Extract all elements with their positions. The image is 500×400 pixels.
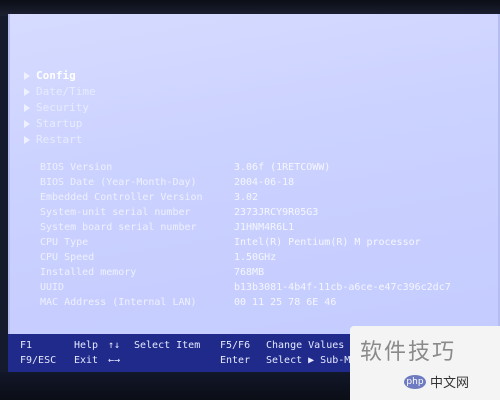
- info-label: CPU Type: [40, 237, 89, 248]
- key-f9-esc: F9/ESC: [20, 355, 57, 366]
- menu-item-label: Date/Time: [36, 85, 96, 98]
- info-label: System board serial number: [40, 222, 197, 233]
- info-value: 2004-06-18: [234, 177, 295, 188]
- info-value: 2373JRCY9R05G3: [234, 207, 319, 218]
- menu-item-config[interactable]: Config: [24, 68, 96, 84]
- key-up-down: ↑↓: [108, 340, 121, 351]
- triangle-right-icon: [24, 120, 30, 128]
- key-f1-desc: Help: [74, 340, 99, 351]
- triangle-right-icon: [24, 72, 30, 80]
- info-label: Installed memory: [40, 267, 137, 278]
- info-row-ec-version: Embedded Controller Version 3.02: [40, 190, 451, 205]
- info-value: 1.50GHz: [234, 252, 277, 263]
- triangle-right-icon: [24, 104, 30, 112]
- info-label: Embedded Controller Version: [40, 192, 203, 203]
- menu-item-security[interactable]: Security: [24, 100, 96, 116]
- info-value: Intel(R) Pentium(R) M processor: [234, 237, 421, 248]
- triangle-right-icon: [24, 136, 30, 144]
- info-value: 768MB: [234, 267, 265, 278]
- info-row-memory: Installed memory 768MB: [40, 265, 451, 280]
- info-label: UUID: [40, 282, 65, 293]
- info-label: MAC Address (Internal LAN): [40, 297, 197, 308]
- key-up-down-desc: Select Item: [134, 340, 201, 351]
- info-value: b13b3081-4b4f-11cb-a6ce-e47c396c2dc7: [234, 282, 451, 293]
- menu-item-label: Config: [36, 69, 76, 82]
- bios-main-menu: Config Date/Time Security Startup Restar…: [24, 68, 96, 148]
- info-label: BIOS Date (Year-Month-Day): [40, 177, 197, 188]
- menu-item-startup[interactable]: Startup: [24, 116, 96, 132]
- info-value: J1HNM4R6L1: [234, 222, 295, 233]
- info-label: System-unit serial number: [40, 207, 191, 218]
- menu-item-label: Restart: [36, 133, 83, 146]
- info-row-cpu-speed: CPU Speed 1.50GHz: [40, 250, 451, 265]
- info-row-board-serial: System board serial number J1HNM4R6L1: [40, 220, 451, 235]
- menu-item-date-time[interactable]: Date/Time: [24, 84, 96, 100]
- key-f5-f6: F5/F6: [220, 340, 251, 351]
- info-value: 3.02: [234, 192, 259, 203]
- info-row-mac-address: MAC Address (Internal LAN) 00 11 25 78 6E…: [40, 295, 451, 310]
- info-label: CPU Speed: [40, 252, 95, 263]
- info-value: 00 11 25 78 6E 46: [234, 297, 337, 308]
- info-row-system-serial: System-unit serial number 2373JRCY9R05G3: [40, 205, 451, 220]
- info-label: BIOS Version: [40, 162, 113, 173]
- info-row-bios-version: BIOS Version 3.06f (1RETCOWW): [40, 160, 451, 175]
- key-enter-desc: Select ▶ Sub-Me: [266, 355, 357, 366]
- key-f9-esc-desc: Exit: [74, 355, 99, 366]
- menu-item-label: Startup: [36, 117, 83, 130]
- php-logo-icon: php: [404, 374, 426, 389]
- photo-of-bios-screen: Config Date/Time Security Startup Restar…: [0, 0, 500, 400]
- menu-item-restart[interactable]: Restart: [24, 132, 96, 148]
- info-row-cpu-type: CPU Type Intel(R) Pentium(R) M processor: [40, 235, 451, 250]
- key-f5-f6-desc: Change Values: [266, 340, 345, 351]
- watermark-logo: php 中文网: [404, 372, 469, 391]
- key-f1: F1: [20, 340, 33, 351]
- bios-screen: Config Date/Time Security Startup Restar…: [8, 14, 500, 344]
- info-row-bios-date: BIOS Date (Year-Month-Day) 2004-06-18: [40, 175, 451, 190]
- watermark-logo-text: 中文网: [430, 376, 470, 391]
- info-value: 3.06f (1RETCOWW): [234, 162, 331, 173]
- key-enter: Enter: [220, 355, 251, 366]
- key-left-right: ←→: [108, 355, 121, 366]
- system-info-table: BIOS Version 3.06f (1RETCOWW) BIOS Date (…: [40, 160, 451, 310]
- watermark-text: 软件技巧: [360, 340, 457, 365]
- triangle-right-icon: [24, 88, 30, 96]
- menu-item-label: Security: [36, 101, 89, 114]
- info-row-uuid: UUID b13b3081-4b4f-11cb-a6ce-e47c396c2dc7: [40, 280, 451, 295]
